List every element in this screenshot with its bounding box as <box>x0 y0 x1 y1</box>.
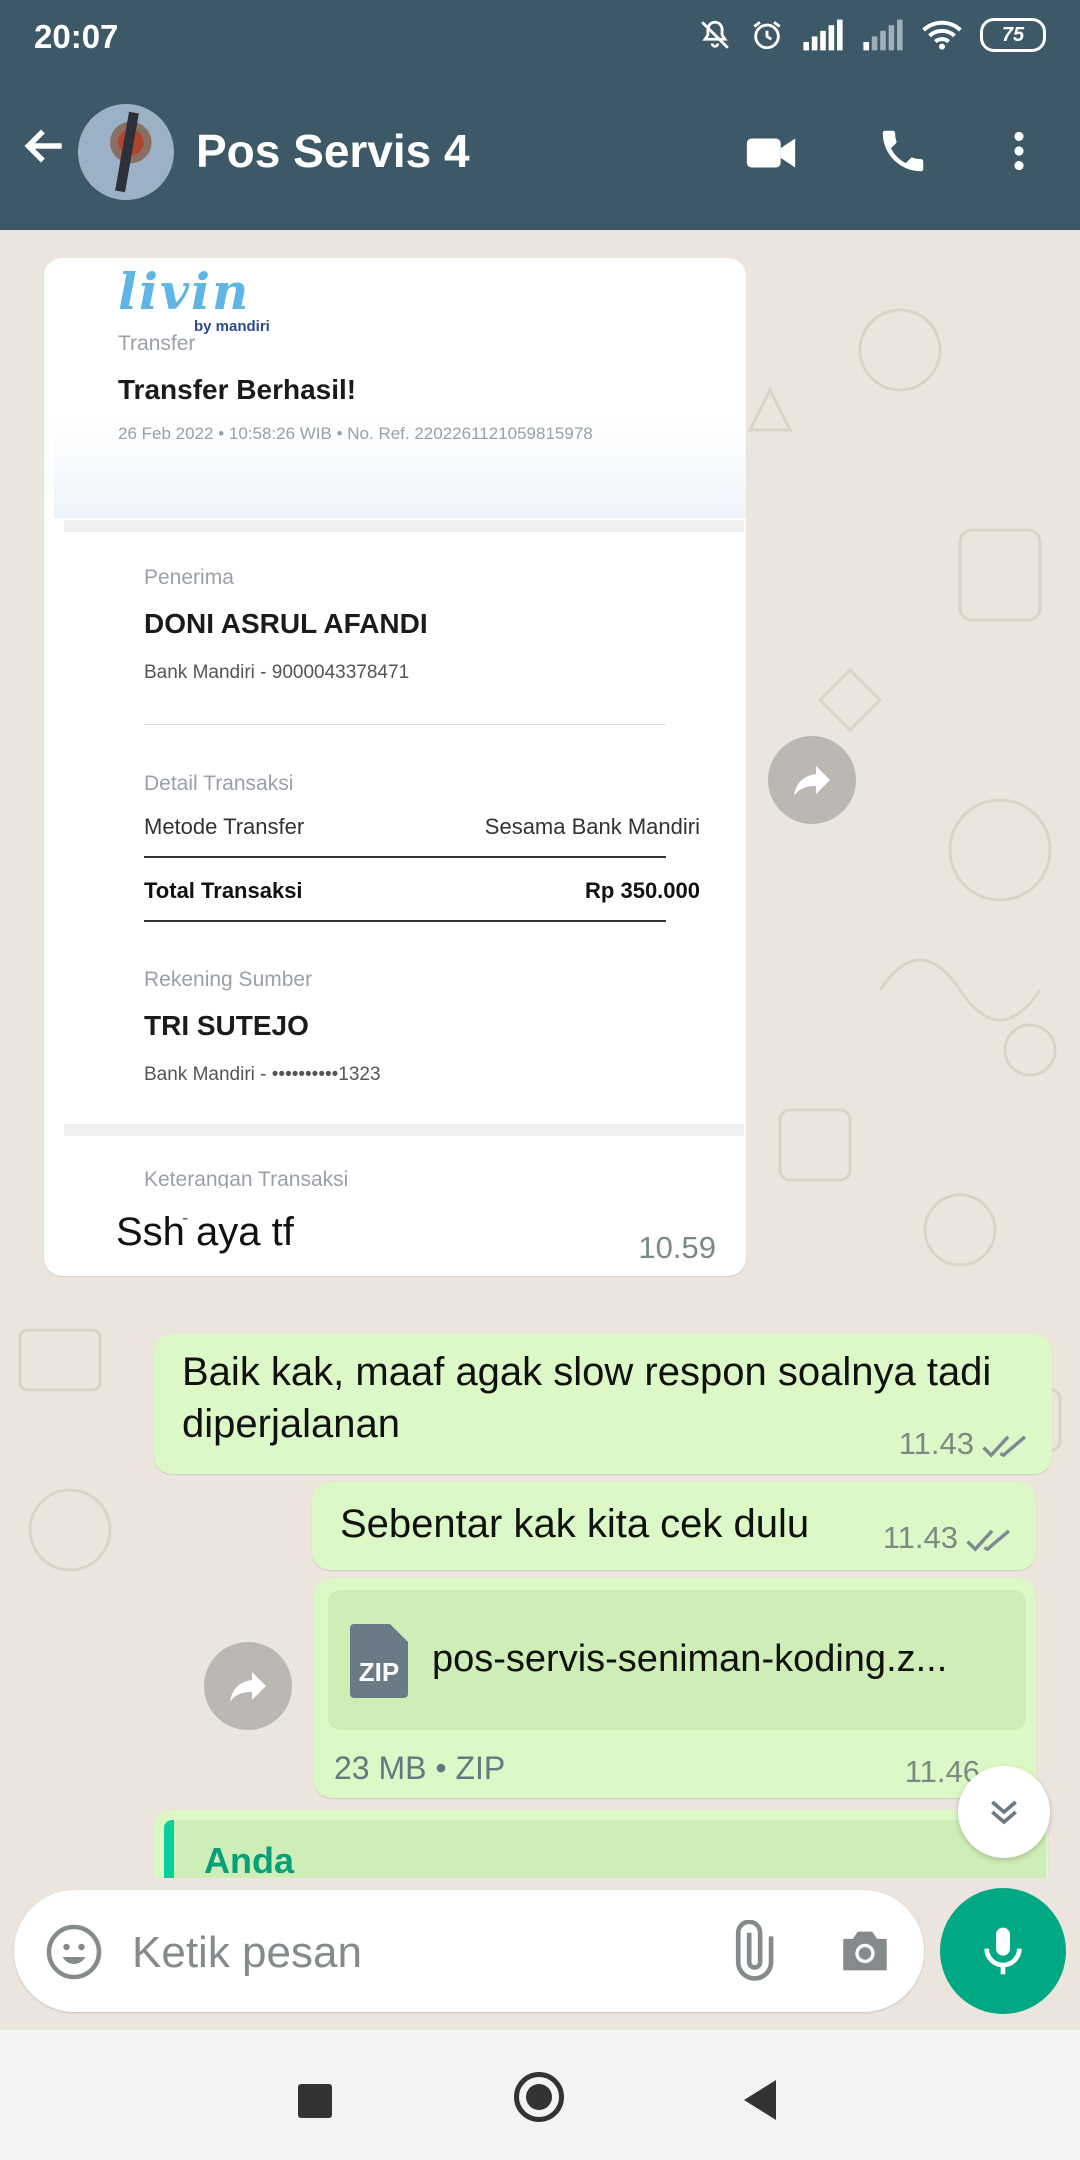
back-button[interactable] <box>744 2080 776 2120</box>
recipient-name: DONI ASRUL AFANDI <box>144 608 428 639</box>
chat-title[interactable]: Pos Servis 4 <box>196 124 470 178</box>
livin-logo: livin <box>118 268 251 321</box>
receipt-headline: Transfer Berhasil! <box>118 374 357 405</box>
message-text: Ssh aya tf <box>116 1210 294 1254</box>
source-name: TRI SUTEJO <box>144 1010 309 1041</box>
microphone-icon <box>984 1927 1022 1975</box>
message-bubble-incoming[interactable]: livin by mandiri Transfer Transfer Berha… <box>44 258 746 1276</box>
recipient-label: Penerima <box>144 566 234 589</box>
divider <box>144 724 666 725</box>
status-bar: 20:07 75 <box>0 0 1080 76</box>
arrow-left-icon[interactable] <box>20 121 70 171</box>
message-time-value: 11.43 <box>898 1426 974 1461</box>
total-value: Rp 350.000 <box>585 878 700 903</box>
double-check-icon <box>966 1529 1011 1552</box>
camera-icon[interactable] <box>836 1924 894 1978</box>
divider <box>144 856 666 858</box>
livin-logo-sub: by mandiri <box>194 318 270 335</box>
avatar[interactable] <box>78 104 174 200</box>
note-label: Keterangan Transaksi <box>144 1168 349 1188</box>
recents-button[interactable] <box>298 2084 332 2118</box>
reply-message-bubble[interactable]: Anda <box>154 1810 1048 1878</box>
forward-icon <box>794 766 830 796</box>
status-time: 20:07 <box>34 18 119 55</box>
recipient-account: Bank Mandiri - 9000043378471 <box>144 662 410 683</box>
receipt-separator <box>64 520 744 532</box>
message-composer[interactable]: Ketik pesan <box>14 1890 924 2012</box>
receipt-meta: 26 Feb 2022 • 10:58:26 WIB • No. Ref. 22… <box>118 424 593 443</box>
message-time: 10.59 <box>638 1230 716 1265</box>
home-button[interactable] <box>514 2072 564 2122</box>
forward-button[interactable] <box>204 1642 292 1730</box>
message-time-value: 11.43 <box>882 1520 958 1555</box>
video-camera-icon[interactable] <box>742 124 800 182</box>
file-attachment[interactable]: ZIP pos-servis-seniman-koding.z... <box>328 1590 1026 1730</box>
alarm-icon <box>753 21 781 50</box>
message-time: 11.43 <box>899 1426 1028 1462</box>
file-name: pos-servis-seniman-koding.z... <box>432 1638 948 1680</box>
total-label: Total Transaksi <box>144 878 303 903</box>
more-vertical-icon[interactable] <box>994 124 1044 178</box>
chat-area[interactable]: livin by mandiri Transfer Transfer Berha… <box>0 230 1080 1878</box>
receipt-image[interactable]: livin by mandiri Transfer Transfer Berha… <box>54 268 746 1188</box>
forward-button[interactable] <box>768 736 856 824</box>
scroll-to-bottom-button[interactable] <box>958 1766 1050 1858</box>
file-message-bubble[interactable]: ZIP pos-servis-seniman-koding.z... 23 MB… <box>314 1578 1036 1798</box>
chat-header: Pos Servis 4 <box>0 76 1080 230</box>
message-text: Sebentar kak kita cek dulu <box>340 1502 810 1546</box>
paperclip-icon[interactable] <box>720 1920 782 1982</box>
message-text: Baik kak, maaf agak slow respon soalnya … <box>182 1350 992 1446</box>
message-time: 11.43 <box>883 1520 1012 1556</box>
zip-file-icon: ZIP <box>350 1624 408 1698</box>
source-label: Rekening Sumber <box>144 968 313 991</box>
emoji-icon[interactable] <box>44 1922 104 1982</box>
file-meta: 23 MB • ZIP <box>334 1750 506 1786</box>
battery-indicator: 75 <box>980 18 1046 52</box>
double-check-icon <box>982 1435 1027 1458</box>
method-value: Sesama Bank Mandiri <box>484 814 700 839</box>
source-account: Bank Mandiri - ••••••••••1323 <box>144 1064 381 1085</box>
system-nav-bar <box>0 2030 1080 2160</box>
receipt-separator <box>64 1124 744 1136</box>
detail-label: Detail Transaksi <box>144 772 294 795</box>
signal-weak-icon <box>863 19 903 51</box>
divider <box>144 920 666 922</box>
quote-author: Anda <box>204 1840 294 1878</box>
signal-icon <box>803 19 843 51</box>
voice-record-button[interactable] <box>940 1888 1066 2014</box>
chevron-double-down-icon <box>991 1800 1017 1825</box>
phone-icon[interactable] <box>876 124 930 178</box>
message-bubble-outgoing[interactable]: Baik kak, maaf agak slow respon soalnya … <box>154 1334 1052 1474</box>
message-bubble-outgoing[interactable]: Sebentar kak kita cek dulu 11.43 <box>312 1482 1036 1570</box>
quoted-message[interactable]: Anda <box>164 1820 1046 1878</box>
status-icons: 75 <box>698 18 1046 52</box>
mute-bell-icon <box>701 20 729 49</box>
forward-icon <box>230 1672 266 1702</box>
wifi-icon <box>922 20 962 50</box>
method-label: Metode Transfer <box>144 814 305 839</box>
message-input[interactable]: Ketik pesan <box>132 1928 362 1978</box>
receipt-category: Transfer <box>118 332 196 355</box>
